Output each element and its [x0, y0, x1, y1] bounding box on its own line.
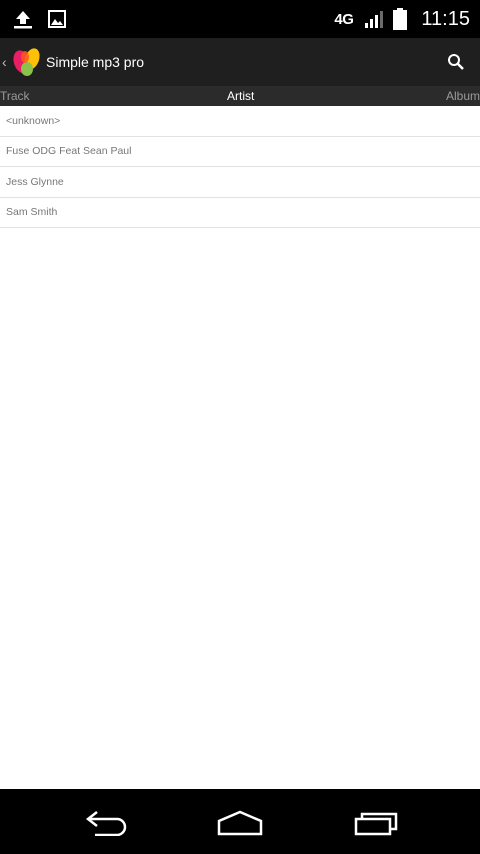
- search-icon: [448, 54, 464, 70]
- back-button[interactable]: [79, 807, 135, 837]
- list-item[interactable]: Sam Smith: [0, 198, 480, 228]
- status-left: [0, 9, 66, 29]
- tab-album[interactable]: Album: [446, 89, 480, 103]
- recents-button[interactable]: [347, 807, 403, 837]
- list-item[interactable]: <unknown>: [0, 106, 480, 137]
- status-bar: 4G 11:15: [0, 0, 480, 38]
- status-right: 4G 11:15: [334, 8, 480, 31]
- artist-name: Jess Glynne: [6, 175, 64, 188]
- navigation-bar: [0, 789, 480, 854]
- upload-icon: [12, 9, 34, 29]
- list-item[interactable]: Fuse ODG Feat Sean Paul: [0, 137, 480, 167]
- artist-name: Fuse ODG Feat Sean Paul: [6, 145, 132, 158]
- image-icon: [48, 10, 66, 28]
- artist-name: Sam Smith: [6, 206, 58, 219]
- app-title: Simple mp3 pro: [46, 54, 145, 70]
- home-button[interactable]: [212, 807, 268, 837]
- back-icon: [85, 811, 127, 836]
- app-logo[interactable]: [10, 45, 44, 79]
- home-icon: [217, 810, 263, 836]
- search-button[interactable]: [442, 48, 470, 76]
- action-bar: ‹ Simple mp3 pro: [0, 38, 480, 86]
- list-item[interactable]: Jess Glynne: [0, 167, 480, 198]
- tab-artist[interactable]: Artist: [227, 89, 254, 103]
- up-caret-icon[interactable]: ‹: [2, 54, 10, 70]
- battery-icon: [393, 8, 408, 30]
- tab-track[interactable]: Track: [0, 89, 30, 103]
- clock: 11:15: [421, 7, 470, 30]
- signal-icon: [363, 9, 385, 29]
- artist-list: <unknown> Fuse ODG Feat Sean Paul Jess G…: [0, 106, 480, 228]
- artist-name: <unknown>: [6, 114, 61, 127]
- tab-strip: Track Artist Album: [0, 86, 480, 106]
- network-type-label: 4G: [334, 10, 354, 28]
- recents-icon: [354, 812, 398, 836]
- screen: 4G 11:15 ‹ Simple mp3 pro Track Artist A…: [0, 0, 480, 854]
